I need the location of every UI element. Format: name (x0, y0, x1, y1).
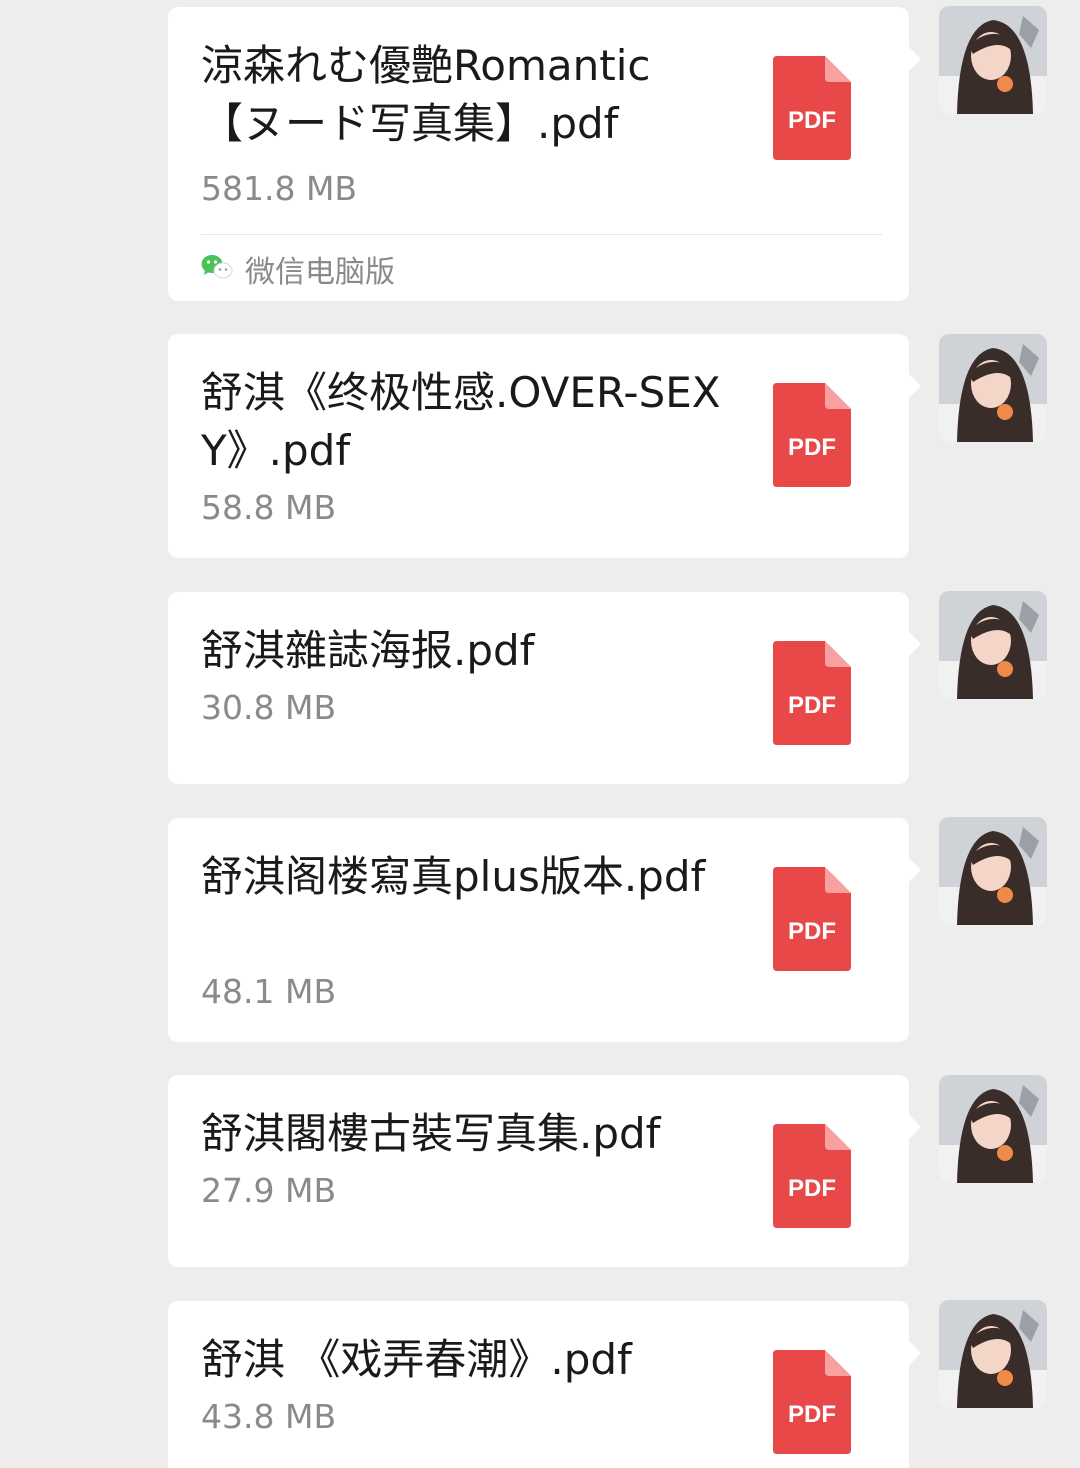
file-message-bubble[interactable]: 舒淇《终极性感.OVER-SEXY》.pdf 58.8 MB PDF (168, 334, 921, 558)
pdf-file-icon: PDF (773, 383, 851, 487)
file-size: 27.9 MB (201, 1171, 337, 1210)
user-avatar[interactable] (939, 1300, 1047, 1408)
file-size: 58.8 MB (201, 488, 337, 527)
file-size: 43.8 MB (201, 1397, 337, 1436)
user-avatar[interactable] (939, 1075, 1047, 1183)
file-message-bubble[interactable]: 舒淇阁楼寫真plus版本.pdf 48.1 MB PDF (168, 818, 921, 1042)
pdf-file-icon: PDF (773, 1350, 851, 1454)
file-name: 舒淇 《戏弄春潮》.pdf (201, 1335, 632, 1384)
bubble-divider (201, 234, 882, 235)
file-name: 舒淇《终极性感.OVER-SEXY》.pdf (201, 368, 721, 475)
wechat-icon (201, 254, 233, 284)
file-message-bubble[interactable]: 舒淇閣樓古裝写真集.pdf 27.9 MB PDF (168, 1075, 921, 1267)
file-name: 舒淇阁楼寫真plus版本.pdf (201, 852, 706, 901)
file-size: 48.1 MB (201, 972, 337, 1011)
pdf-file-icon: PDF (773, 641, 851, 745)
pdf-file-icon: PDF (773, 1124, 851, 1228)
pdf-file-icon: PDF (773, 867, 851, 971)
file-size: 581.8 MB (201, 169, 358, 208)
source-label: 微信电脑版 (245, 255, 395, 290)
file-name: 舒淇閣樓古裝写真集.pdf (201, 1109, 661, 1158)
pdf-icon-label: PDF (788, 107, 836, 134)
file-message-bubble[interactable]: 舒淇雜誌海报.pdf 30.8 MB PDF (168, 592, 921, 784)
file-name: 舒淇雜誌海报.pdf (201, 626, 535, 675)
file-message-bubble[interactable]: 舒淇 《戏弄春潮》.pdf 43.8 MB PDF (168, 1301, 921, 1468)
user-avatar[interactable] (939, 591, 1047, 699)
pdf-icon-label: PDF (788, 434, 836, 461)
message-source: 微信电脑版 (201, 249, 395, 290)
pdf-icon-label: PDF (788, 1175, 836, 1202)
user-avatar[interactable] (939, 6, 1047, 114)
user-avatar[interactable] (939, 334, 1047, 442)
pdf-icon-label: PDF (788, 918, 836, 945)
pdf-icon-label: PDF (788, 692, 836, 719)
file-name: 涼森れむ優艶Romantic【ヌード写真集】.pdf (201, 41, 651, 148)
file-size: 30.8 MB (201, 688, 337, 727)
user-avatar[interactable] (939, 817, 1047, 925)
pdf-icon-label: PDF (788, 1401, 836, 1428)
pdf-file-icon: PDF (773, 56, 851, 160)
file-message-bubble[interactable]: 涼森れむ優艶Romantic【ヌード写真集】.pdf 581.8 MB PDF (168, 7, 921, 301)
